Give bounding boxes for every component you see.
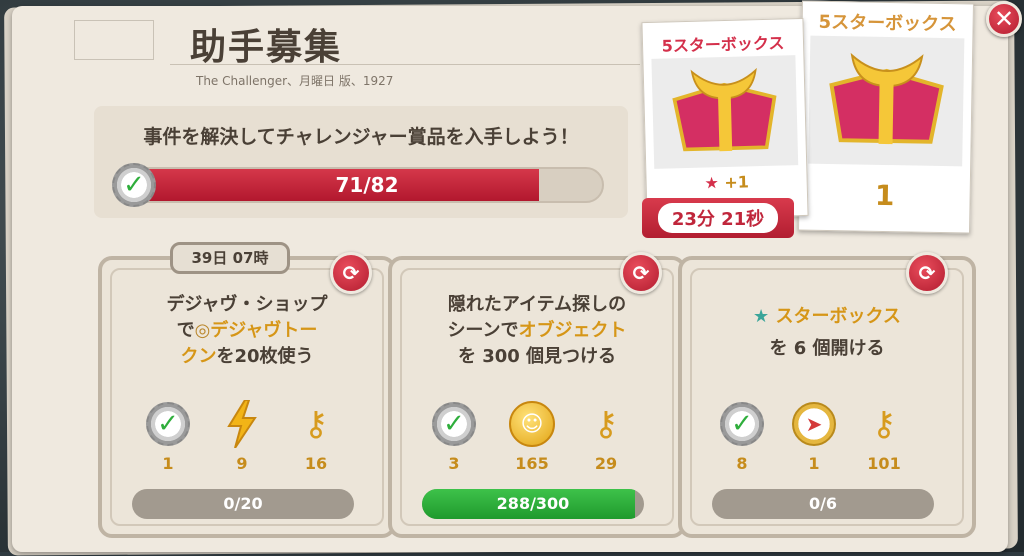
reward-value: 8: [736, 454, 748, 473]
reward-timer: 23分 21秒: [657, 203, 779, 233]
lightning-icon: [212, 398, 272, 450]
mission-progress-label: 71/82: [335, 173, 399, 197]
close-icon: ✕: [993, 5, 1015, 33]
task-line: シーンでオブジェクト: [392, 318, 682, 344]
task-line: 隠れたアイテム探しの: [447, 294, 627, 315]
task-progress-label: 0/20: [223, 494, 263, 513]
title-divider: [170, 64, 640, 65]
check-badge-icon: ✓: [432, 402, 476, 446]
mission-text: 事件を解決してチャレンジャー賞品を入手しよう！: [143, 126, 579, 148]
reward-item: ⚷ 16: [286, 398, 346, 473]
reward-row: ✓ 3 ☺ 165 ⚷ 29: [392, 398, 682, 473]
star-icon: ★: [704, 173, 720, 193]
task-progress-label: 0/6: [808, 494, 838, 513]
task-line: を 300 個見つける: [457, 346, 617, 367]
newspaper-stamp: [74, 20, 154, 60]
reward-value: 101: [867, 454, 901, 473]
reward-item: ☺ 165: [502, 398, 562, 473]
reward-card-back[interactable]: 5スターボックス 1: [798, 0, 974, 234]
star-box-icon: [651, 55, 799, 169]
reward-value: 9: [236, 454, 248, 473]
task-card-star-boxes: ★ スターボックス を 6 個開ける ✓ 8 ➤ 1 ⚷ 101 0/6: [678, 256, 976, 538]
key-icon: ⚷: [593, 404, 619, 444]
timer-ribbon: 23分 21秒: [642, 198, 794, 238]
reward-card-title: 5スターボックス: [661, 33, 785, 56]
reward-item: ➤ 1: [784, 398, 844, 473]
reward-value: 29: [594, 454, 618, 473]
reward-value: 1: [162, 454, 174, 473]
task-description: デジャヴ・ショップ で◎デジャヴトー クンを20枚使う: [102, 292, 392, 370]
task-line: クンを20枚使う: [102, 344, 392, 370]
reward-count: 1: [874, 178, 895, 213]
task-card-hidden-objects: 隠れたアイテム探しの シーンでオブジェクト を 300 個見つける ✓ 3 ☺ …: [388, 256, 686, 538]
reward-card-front[interactable]: 5スターボックス ★ +1: [641, 17, 809, 221]
refresh-button[interactable]: ⟳: [620, 252, 662, 294]
task-card-deja-vu: デジャヴ・ショップ で◎デジャヴトー クンを20枚使う ✓ 1 9 ⚷ 16 0…: [98, 256, 396, 538]
refresh-icon: ⟳: [918, 261, 936, 285]
reward-item: ⚷ 29: [576, 398, 636, 473]
task-timer: 39日 07時: [170, 242, 290, 274]
task-progress-label: 288/300: [496, 494, 570, 513]
reward-value: 16: [304, 454, 328, 473]
task-line: を 6 個開ける: [769, 338, 885, 359]
star-box-small-icon: ★: [753, 306, 770, 327]
bonus-row: ★ +1: [646, 171, 806, 194]
check-badge-icon: ✓: [720, 402, 764, 446]
reward-row: ✓ 1 9 ⚷ 16: [102, 398, 392, 473]
task-text: で: [176, 320, 195, 341]
reward-card-title: 5スターボックス: [818, 11, 957, 36]
reward-item: ✓ 3: [424, 398, 484, 473]
reward-item: ⚷ 101: [854, 398, 914, 473]
close-button[interactable]: ✕: [986, 1, 1022, 37]
reward-value: 3: [448, 454, 460, 473]
check-badge-icon: ✓: [112, 163, 156, 207]
task-description: ★ スターボックス を 6 個開ける: [682, 304, 972, 362]
compass-icon: ➤: [792, 402, 836, 446]
reward-item: ✓ 1: [138, 398, 198, 473]
task-description: 隠れたアイテム探しの シーンでオブジェクト を 300 個見つける: [392, 292, 682, 370]
task-progress-bar: 0/6: [712, 489, 934, 519]
refresh-button[interactable]: ⟳: [906, 252, 948, 294]
reward-item: 9: [212, 398, 272, 473]
task-highlight: オブジェクト: [518, 320, 627, 341]
task-line: デジャヴ・ショップ: [166, 294, 328, 315]
coin-icon: ☺: [509, 401, 555, 447]
task-highlight: スターボックス: [775, 306, 901, 327]
task-progress-bar: 288/300: [422, 489, 644, 519]
task-progress-bar: 0/20: [132, 489, 354, 519]
reward-row: ✓ 8 ➤ 1 ⚷ 101: [682, 398, 972, 473]
task-line: で◎デジャヴトー: [102, 318, 392, 344]
task-text: を20枚使う: [216, 346, 314, 367]
bonus-value: +1: [724, 172, 750, 193]
refresh-icon: ⟳: [342, 261, 360, 285]
page-title: 助手募集: [190, 27, 343, 68]
reward-value: 1: [808, 454, 820, 473]
key-icon: ⚷: [871, 404, 897, 444]
task-highlight: デジャヴトー: [210, 320, 318, 341]
refresh-icon: ⟳: [632, 261, 650, 285]
key-icon: ⚷: [303, 404, 329, 444]
check-badge-icon: ✓: [146, 402, 190, 446]
task-highlight: クン: [180, 346, 217, 367]
token-icon: ◎: [194, 320, 211, 341]
page-subtitle: The Challenger、月曜日 版、1927: [196, 74, 394, 88]
star-box-icon: [808, 35, 965, 167]
refresh-button[interactable]: ⟳: [330, 252, 372, 294]
reward-item: ✓ 8: [712, 398, 772, 473]
task-text: シーンで: [447, 320, 519, 341]
reward-value: 165: [515, 454, 549, 473]
task-line: ★ スターボックス: [682, 304, 972, 330]
